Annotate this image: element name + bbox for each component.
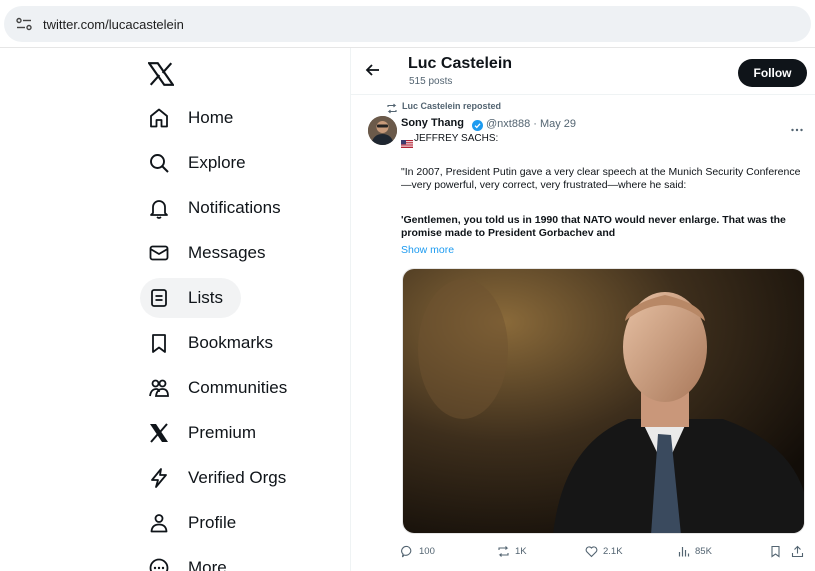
sidebar-item-label: More: [188, 558, 227, 571]
sidebar-item-label: Explore: [188, 153, 246, 172]
back-arrow-icon[interactable]: [363, 60, 383, 80]
sidebar-item-verified-orgs[interactable]: Verified Orgs: [140, 458, 304, 498]
author-name[interactable]: Sony Thang: [401, 117, 464, 129]
us-flag-icon: [401, 135, 413, 148]
reply-count: 100: [419, 545, 435, 557]
search-icon: [148, 152, 170, 174]
sidebar-item-label: Lists: [188, 288, 223, 307]
sidebar-item-label: Home: [188, 108, 234, 127]
sidebar-item-messages[interactable]: Messages: [140, 233, 283, 273]
tweet-actions: 100 1K 2.1K 85K: [351, 542, 815, 560]
profile-name: Luc Castelein: [408, 55, 513, 72]
sidebar-item-label: Messages: [188, 243, 266, 262]
sidebar-item-label: Bookmarks: [188, 333, 274, 352]
post-count: 515 posts: [409, 76, 453, 87]
share-icon: [791, 545, 804, 557]
repost-icon: [386, 101, 398, 114]
sidebar-item-label: Profile: [188, 513, 237, 532]
repost-count: 1K: [515, 545, 527, 557]
repost-label[interactable]: Luc Castelein reposted: [402, 101, 501, 111]
show-more-link[interactable]: Show more: [401, 244, 454, 256]
x-logo-icon[interactable]: [147, 62, 175, 86]
url-text[interactable]: twitter.com/lucacastelein: [43, 17, 184, 32]
home-icon: [148, 107, 170, 129]
more-options-icon[interactable]: [790, 120, 804, 132]
like-count: 2.1K: [603, 545, 623, 557]
tweet-text: "In 2007, President Putin gave a very cl…: [401, 166, 801, 191]
site-settings-icon[interactable]: [16, 17, 32, 31]
bookmark-button[interactable]: [769, 542, 782, 560]
sidebar-item-label: Communities: [188, 378, 288, 397]
share-button[interactable]: [791, 542, 804, 560]
like-button[interactable]: 2.1K: [585, 542, 623, 560]
views-icon: [678, 546, 690, 556]
sidebar-item-profile[interactable]: Profile: [140, 503, 254, 543]
sidebar-item-communities[interactable]: Communities: [140, 368, 305, 408]
follow-button[interactable]: Follow: [738, 59, 807, 87]
tweet-photo[interactable]: [402, 268, 805, 534]
lightning-icon: [148, 467, 170, 489]
bell-icon: [148, 197, 170, 219]
author-handle[interactable]: @nxt888 · May 29: [486, 118, 576, 130]
tweet-text-heading: JEFFREY SACHS:: [414, 133, 499, 144]
repost-icon: [498, 545, 509, 557]
sidebar-item-label: Premium: [188, 423, 257, 442]
browser-toolbar: twitter.com/lucacastelein: [0, 0, 815, 48]
address-bar[interactable]: twitter.com/lucacastelein: [4, 6, 811, 42]
person-icon: [148, 512, 170, 534]
reply-icon: [401, 545, 412, 557]
sidebar-item-premium[interactable]: Premium: [140, 413, 274, 453]
divider: [351, 94, 815, 95]
sidebar-item-notifications[interactable]: Notifications: [140, 188, 299, 228]
sidebar-item-label: Verified Orgs: [188, 468, 287, 487]
sidebar-nav: Home Explore Notifications Messages List…: [140, 48, 350, 571]
more-circle-icon: [148, 557, 170, 571]
sidebar-item-lists[interactable]: Lists: [140, 278, 241, 318]
profile-timeline: Luc Castelein 515 posts Follow Luc Caste…: [350, 48, 815, 571]
bookmark-icon: [771, 545, 780, 558]
view-count: 85K: [695, 545, 712, 557]
sidebar-item-label: Notifications: [188, 198, 281, 217]
sidebar-item-explore[interactable]: Explore: [140, 143, 264, 183]
avatar[interactable]: [368, 116, 397, 145]
x-logo-icon: [148, 422, 170, 444]
tweet-text-bold: 'Gentlemen, you told us in 1990 that NAT…: [401, 214, 786, 239]
list-icon: [148, 287, 170, 309]
verified-badge-icon: [472, 118, 483, 131]
views-button[interactable]: 85K: [677, 542, 712, 560]
envelope-icon: [148, 242, 170, 264]
sidebar-item-bookmarks[interactable]: Bookmarks: [140, 323, 291, 363]
bookmark-icon: [148, 332, 170, 354]
heart-icon: [585, 545, 598, 557]
sidebar-item-home[interactable]: Home: [140, 98, 251, 138]
sidebar-item-more[interactable]: More: [140, 548, 245, 571]
repost-button[interactable]: 1K: [497, 542, 527, 560]
reply-button[interactable]: 100: [401, 542, 435, 560]
people-icon: [148, 377, 170, 399]
